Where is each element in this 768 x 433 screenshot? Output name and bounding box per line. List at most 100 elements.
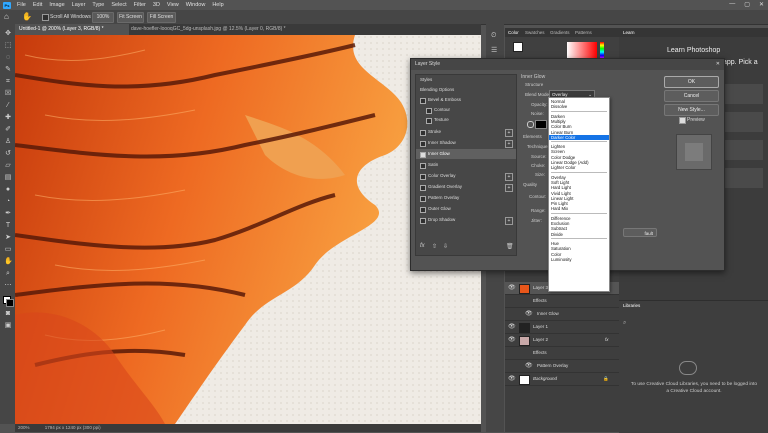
- style-item-inner-glow[interactable]: Inner Glow: [416, 149, 516, 159]
- minimize-button[interactable]: —: [729, 1, 735, 8]
- blend-mode-option[interactable]: Difference: [549, 216, 609, 221]
- history-brush-icon[interactable]: ↺: [4, 150, 12, 158]
- tab-patterns[interactable]: Patterns: [575, 28, 592, 37]
- style-item-pattern-overlay[interactable]: Pattern Overlay: [416, 193, 516, 203]
- menu-filter[interactable]: Filter: [134, 2, 146, 8]
- visibility-eye-icon[interactable]: 👁: [508, 321, 516, 333]
- tab-color[interactable]: Color: [508, 28, 519, 37]
- style-item-color-overlay[interactable]: Color Overlay +: [416, 171, 516, 181]
- app-logo[interactable]: Ps: [3, 1, 11, 9]
- color-radio[interactable]: [527, 121, 534, 128]
- more-tools-icon[interactable]: ⋯: [4, 282, 12, 290]
- checkbox[interactable]: [426, 108, 432, 114]
- blend-mode-option[interactable]: Color Burn: [549, 124, 609, 129]
- blend-mode-option[interactable]: Pin Light: [549, 201, 609, 206]
- tab-learn[interactable]: Learn: [623, 28, 635, 37]
- preview-checkbox[interactable]: [679, 117, 686, 124]
- menu-window[interactable]: Window: [186, 2, 206, 8]
- status-zoom[interactable]: 200%: [18, 425, 30, 430]
- style-item-stroke[interactable]: Stroke +: [416, 127, 516, 137]
- blend-mode-option[interactable]: Overlay: [549, 175, 609, 180]
- quick-mask-icon[interactable]: ◙: [4, 310, 12, 318]
- background-color-swatch[interactable]: [6, 299, 14, 307]
- layer-effects-row[interactable]: Effects: [505, 295, 619, 308]
- style-item-gradient-overlay[interactable]: Gradient Overlay +: [416, 182, 516, 192]
- blend-mode-option[interactable]: Normal: [549, 99, 609, 104]
- zoom-tool-icon[interactable]: ⌕: [4, 270, 12, 278]
- blend-mode-option[interactable]: Darken: [549, 114, 609, 119]
- frame-tool-icon[interactable]: ☒: [4, 90, 12, 98]
- learn-card[interactable]: [723, 168, 763, 188]
- blend-mode-option[interactable]: Linear Light: [549, 196, 609, 201]
- blend-mode-option[interactable]: Multiply: [549, 119, 609, 124]
- home-icon[interactable]: ⌂: [4, 12, 9, 21]
- menu-view[interactable]: View: [167, 2, 179, 8]
- visibility-eye-icon[interactable]: 👁: [525, 308, 533, 320]
- blend-mode-option[interactable]: Divide: [549, 232, 609, 237]
- style-item-outer-glow[interactable]: Outer Glow: [416, 204, 516, 214]
- search-icon[interactable]: ⌕: [623, 320, 626, 327]
- blend-mode-option[interactable]: Lighter Color: [549, 165, 609, 170]
- blend-mode-option[interactable]: Luminosity: [549, 257, 609, 262]
- doc-tab-active[interactable]: Untitled-1 @ 200% (Layer 3, RGB/8) *: [15, 24, 129, 35]
- blend-mode-option[interactable]: Hard Mix: [549, 206, 609, 211]
- gradient-tool-icon[interactable]: ▤: [4, 174, 12, 182]
- hand-tool-icon[interactable]: ✋: [22, 12, 32, 21]
- move-up-icon[interactable]: ⇧: [432, 243, 437, 250]
- blend-mode-option[interactable]: Hard Light: [549, 185, 609, 190]
- layer-row[interactable]: 👁 Layer 2 fx: [505, 334, 619, 347]
- blend-mode-option[interactable]: Darker Color: [549, 134, 609, 140]
- menu-file[interactable]: File: [17, 2, 26, 8]
- layer-effect-item[interactable]: 👁 Inner Glow: [505, 308, 619, 321]
- maximize-button[interactable]: ▢: [744, 1, 750, 8]
- visibility-eye-icon[interactable]: 👁: [508, 334, 516, 346]
- cancel-button[interactable]: Cancel: [664, 90, 719, 102]
- scroll-all-windows-checkbox[interactable]: [42, 14, 49, 21]
- blend-mode-option[interactable]: Linear Burn: [549, 130, 609, 135]
- close-icon[interactable]: ✕: [716, 59, 720, 70]
- menu-help[interactable]: Help: [212, 2, 223, 8]
- style-item-bevel-emboss[interactable]: Bevel & Emboss: [416, 95, 516, 105]
- fx-menu-icon[interactable]: fx: [420, 243, 425, 249]
- style-item-inner-shadow[interactable]: Inner Shadow +: [416, 138, 516, 148]
- blend-mode-option[interactable]: Lighten: [549, 144, 609, 149]
- add-icon[interactable]: +: [505, 129, 513, 137]
- zoom-100-button[interactable]: 100%: [92, 12, 114, 23]
- tab-libraries[interactable]: Libraries: [623, 301, 640, 310]
- close-button[interactable]: ✕: [759, 1, 764, 8]
- blend-mode-option[interactable]: Exclusion: [549, 221, 609, 226]
- checkbox[interactable]: [426, 118, 432, 124]
- checkbox[interactable]: [420, 218, 426, 224]
- dodge-tool-icon[interactable]: ◔: [4, 198, 12, 206]
- blend-mode-option[interactable]: Dissolve: [549, 104, 609, 109]
- crop-tool-icon[interactable]: ⌗: [4, 78, 12, 86]
- move-down-icon[interactable]: ⇩: [443, 243, 448, 250]
- hand-tool-icon[interactable]: ✋: [4, 258, 13, 266]
- ok-button[interactable]: OK: [664, 76, 719, 88]
- eyedropper-icon[interactable]: ⁄: [4, 102, 12, 110]
- style-item-texture[interactable]: Texture: [416, 115, 516, 125]
- blending-options-item[interactable]: Blending Options: [416, 85, 516, 95]
- layer-row[interactable]: 👁 Layer 1: [505, 321, 619, 334]
- tab-swatches[interactable]: Swatches: [525, 28, 545, 37]
- new-style-button[interactable]: New Style...: [664, 104, 719, 116]
- blur-tool-icon[interactable]: ●: [4, 186, 12, 194]
- doc-tab-inactive[interactable]: dave-hoefler-loooqGC_5dg-unsplash.jpg @ …: [127, 24, 336, 35]
- menu-select[interactable]: Select: [111, 2, 126, 8]
- style-item-contour[interactable]: Contour: [416, 105, 516, 115]
- checkbox[interactable]: [420, 141, 426, 147]
- healing-brush-icon[interactable]: ✚: [4, 114, 12, 122]
- blend-mode-option[interactable]: Subtract: [549, 226, 609, 231]
- checkbox[interactable]: [420, 130, 426, 136]
- checkbox[interactable]: [420, 98, 426, 104]
- checkbox[interactable]: [420, 174, 426, 180]
- screen-mode-icon[interactable]: ▣: [4, 322, 12, 330]
- layer-effect-item[interactable]: 👁 Pattern Overlay: [505, 360, 619, 373]
- fx-icon[interactable]: fx: [605, 334, 609, 346]
- stamp-tool-icon[interactable]: ♙: [4, 138, 12, 146]
- blend-mode-option[interactable]: Linear Dodge (Add): [549, 160, 609, 165]
- add-icon[interactable]: +: [505, 173, 513, 181]
- blend-mode-option[interactable]: Vivid Light: [549, 191, 609, 196]
- menu-image[interactable]: Image: [49, 2, 64, 8]
- styles-header[interactable]: Styles: [416, 75, 516, 85]
